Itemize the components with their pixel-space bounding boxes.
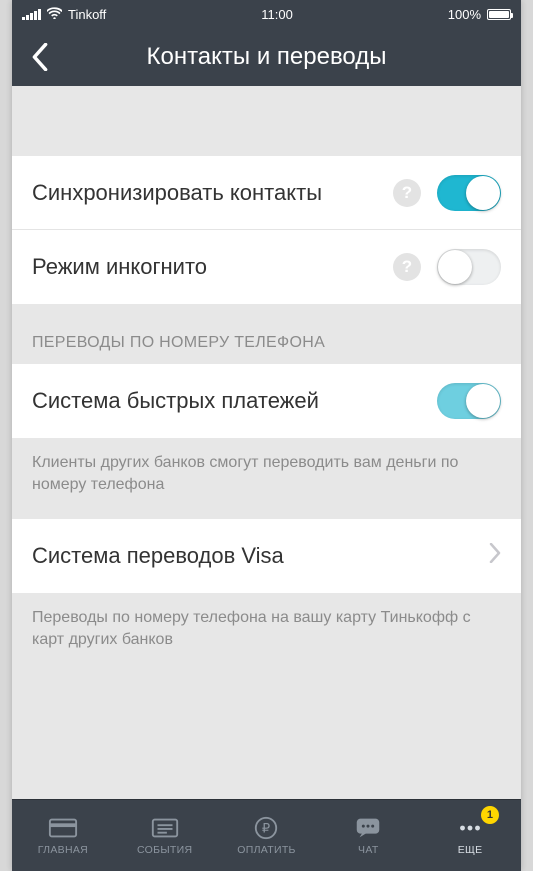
back-button[interactable] (20, 37, 60, 77)
toggle-sbp[interactable] (437, 383, 501, 419)
tab-more[interactable]: ЕЩЕ 1 (419, 800, 521, 871)
tab-more-label: ЕЩЕ (458, 844, 483, 856)
toggle-incognito[interactable] (437, 249, 501, 285)
group-contacts: Синхронизировать контакты ? Режим инкогн… (12, 156, 521, 304)
wifi-icon (47, 7, 62, 22)
battery-percent: 100% (448, 7, 481, 22)
more-icon (455, 815, 485, 841)
group-visa: Система переводов Visa (12, 519, 521, 593)
app-screen: Tinkoff 11:00 100% Контакты и переводы С… (12, 0, 521, 871)
nav-header: Контакты и переводы (12, 28, 521, 86)
tab-events-label: СОБЫТИЯ (137, 844, 192, 856)
row-visa-label: Система переводов Visa (32, 543, 489, 569)
svg-text:₽: ₽ (262, 821, 270, 836)
row-incognito: Режим инкогнито ? (12, 230, 521, 304)
ruble-icon: ₽ (251, 815, 281, 841)
row-sync-label: Синхронизировать контакты (32, 180, 393, 206)
chat-icon (353, 815, 383, 841)
help-icon[interactable]: ? (393, 253, 421, 281)
card-icon (48, 815, 78, 841)
row-sbp-label: Система быстрых платежей (32, 388, 437, 414)
chevron-left-icon (31, 43, 49, 71)
status-bar: Tinkoff 11:00 100% (12, 0, 521, 28)
tab-home[interactable]: ГЛАВНАЯ (12, 800, 114, 871)
tab-pay[interactable]: ₽ ОПЛАТИТЬ (216, 800, 318, 871)
row-visa[interactable]: Система переводов Visa (12, 519, 521, 593)
carrier-label: Tinkoff (68, 7, 106, 22)
tab-pay-label: ОПЛАТИТЬ (237, 844, 295, 856)
battery-icon (487, 9, 511, 20)
tab-chat-label: ЧАТ (358, 844, 379, 856)
list-icon (150, 815, 180, 841)
section-header-transfers: ПЕРЕВОДЫ ПО НОМЕРУ ТЕЛЕФОНА (12, 304, 521, 364)
tab-events[interactable]: СОБЫТИЯ (114, 800, 216, 871)
row-incognito-label: Режим инкогнито (32, 254, 393, 280)
content-area: Синхронизировать контакты ? Режим инкогн… (12, 86, 521, 799)
group-sbp: Система быстрых платежей (12, 364, 521, 438)
page-title: Контакты и переводы (60, 43, 513, 71)
tab-home-label: ГЛАВНАЯ (38, 844, 88, 856)
cellular-signal-icon (22, 9, 41, 20)
chevron-right-icon (489, 543, 501, 568)
clock: 11:00 (106, 7, 447, 22)
row-sbp: Система быстрых платежей (12, 364, 521, 438)
section-footer-visa: Переводы по номеру телефона на вашу карт… (12, 593, 521, 674)
tab-bar: ГЛАВНАЯ СОБЫТИЯ ₽ ОПЛАТИТЬ ЧАТ ЕЩЕ 1 (12, 799, 521, 871)
toggle-sync-contacts[interactable] (437, 175, 501, 211)
section-footer-sbp: Клиенты других банков смогут переводить … (12, 438, 521, 519)
row-sync-contacts: Синхронизировать контакты ? (12, 156, 521, 230)
tab-chat[interactable]: ЧАТ (317, 800, 419, 871)
notification-badge: 1 (481, 806, 499, 824)
help-icon[interactable]: ? (393, 179, 421, 207)
